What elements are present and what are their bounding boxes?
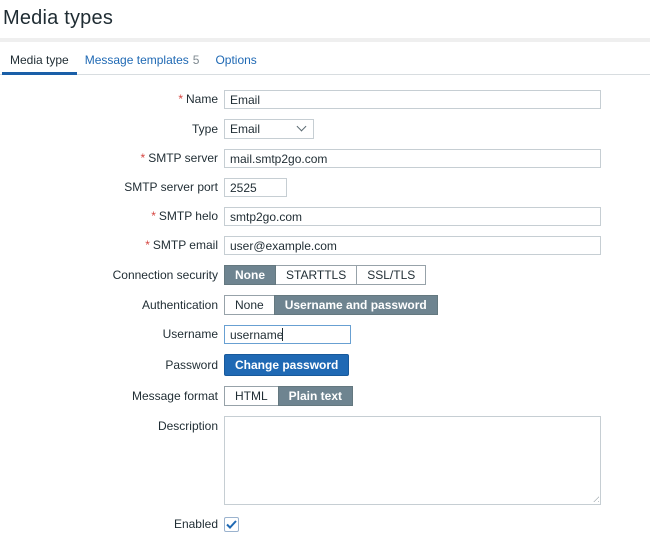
connection-security-label: Connection security — [0, 266, 218, 285]
chevron-down-icon — [298, 123, 306, 131]
authentication-username-password[interactable]: Username and password — [274, 295, 438, 315]
smtp-server-label: *SMTP server — [0, 149, 218, 168]
name-input[interactable] — [224, 90, 601, 109]
smtp-helo-label: *SMTP helo — [0, 207, 218, 226]
type-label: Type — [0, 120, 218, 139]
check-icon — [226, 520, 237, 529]
text-cursor — [282, 328, 283, 341]
enabled-label: Enabled — [0, 515, 218, 534]
authentication-label: Authentication — [0, 296, 218, 315]
smtp-email-label: *SMTP email — [0, 236, 218, 255]
authentication-none[interactable]: None — [224, 295, 275, 315]
media-type-form: *Name Type Email *SMTP server SMTP serve… — [0, 75, 650, 545]
page-title: Media types — [0, 0, 650, 30]
message-format-label: Message format — [0, 387, 218, 406]
message-format-toggle: HTML Plain text — [224, 386, 353, 406]
connection-security-toggle: None STARTTLS SSL/TLS — [224, 265, 426, 285]
password-label: Password — [0, 356, 218, 375]
tab-message-templates-count: 5 — [193, 53, 200, 67]
tab-message-templates-label: Message templates — [85, 53, 189, 67]
change-password-button[interactable]: Change password — [224, 354, 349, 376]
message-format-plain-text[interactable]: Plain text — [278, 386, 353, 406]
connection-security-none[interactable]: None — [224, 265, 276, 285]
description-label: Description — [0, 416, 218, 434]
smtp-port-label: SMTP server port — [0, 178, 218, 197]
tab-bar: Media type Message templates 5 Options — [0, 42, 650, 75]
username-label: Username — [0, 325, 218, 344]
name-label: *Name — [0, 90, 218, 109]
connection-security-starttls[interactable]: STARTTLS — [275, 265, 357, 285]
tab-options[interactable]: Options — [207, 48, 264, 75]
connection-security-ssltls[interactable]: SSL/TLS — [356, 265, 426, 285]
required-marker: * — [141, 151, 146, 165]
smtp-helo-input[interactable] — [224, 207, 601, 226]
required-marker: * — [151, 209, 156, 223]
required-marker: * — [178, 92, 183, 106]
type-select[interactable]: Email — [224, 119, 314, 139]
enabled-checkbox[interactable] — [224, 517, 239, 532]
tab-options-label: Options — [215, 53, 256, 67]
smtp-email-input[interactable] — [224, 236, 601, 255]
smtp-port-input[interactable] — [224, 178, 287, 197]
smtp-server-input[interactable] — [224, 149, 601, 168]
message-format-html[interactable]: HTML — [224, 386, 279, 406]
tab-media-type-label: Media type — [10, 53, 69, 67]
type-select-value: Email — [230, 122, 260, 136]
authentication-toggle: None Username and password — [224, 295, 438, 315]
tab-message-templates[interactable]: Message templates 5 — [77, 48, 208, 75]
tab-media-type[interactable]: Media type — [2, 48, 77, 75]
username-input[interactable] — [224, 325, 351, 344]
description-textarea[interactable] — [224, 416, 601, 505]
required-marker: * — [145, 238, 150, 252]
